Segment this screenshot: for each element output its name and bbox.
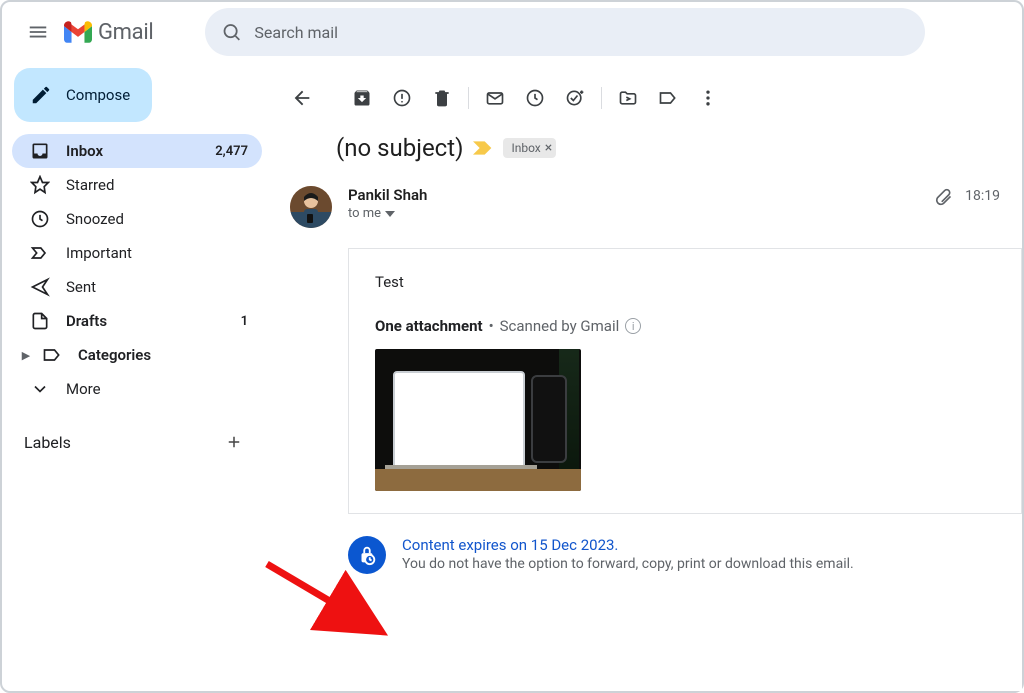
folder-chip-label: Inbox xyxy=(511,141,540,155)
recipient-line[interactable]: to me xyxy=(348,206,427,221)
toolbar-separator xyxy=(468,87,469,109)
search-icon xyxy=(221,21,242,43)
remove-chip-icon[interactable]: × xyxy=(545,140,552,156)
sidebar-item-more[interactable]: More xyxy=(12,372,262,406)
task-add-icon xyxy=(565,88,585,108)
sidebar-item-categories[interactable]: ▸ Categories xyxy=(12,338,262,372)
pencil-icon xyxy=(30,84,52,106)
confidential-text: Content expires on 15 Dec 2023. You do n… xyxy=(402,536,854,572)
clock-icon xyxy=(30,209,50,229)
sidebar-item-label: Drafts xyxy=(66,312,107,330)
move-to-button[interactable] xyxy=(608,78,648,118)
file-icon xyxy=(30,311,50,331)
mail-unread-icon xyxy=(485,88,505,108)
message-body-card: Test One attachment • Scanned by Gmail i xyxy=(348,248,1022,514)
add-to-tasks-button[interactable] xyxy=(555,78,595,118)
sidebar-item-inbox[interactable]: Inbox 2,477 xyxy=(12,134,262,168)
scanned-by-label: Scanned by Gmail xyxy=(500,317,620,335)
add-label-button[interactable] xyxy=(220,428,248,456)
compose-label: Compose xyxy=(66,86,130,104)
message-toolbar xyxy=(272,68,1022,120)
message-pane: (no subject) Inbox × Pankil Shah xyxy=(272,62,1022,691)
archive-button[interactable] xyxy=(342,78,382,118)
sidebar-item-label: Sent xyxy=(66,278,96,296)
importance-icon xyxy=(30,243,50,263)
tag-icon xyxy=(42,345,62,365)
attachment-thumbnail[interactable] xyxy=(375,349,581,491)
lock-clock-icon xyxy=(356,544,378,566)
delete-button[interactable] xyxy=(422,78,462,118)
sidebar-item-label: More xyxy=(66,380,101,398)
sender-avatar[interactable] xyxy=(290,186,332,228)
app-logo[interactable]: Gmail xyxy=(64,20,153,45)
caret-down-icon xyxy=(385,209,395,219)
compose-button[interactable]: Compose xyxy=(14,68,152,122)
arrow-left-icon xyxy=(291,87,313,109)
report-spam-button[interactable] xyxy=(382,78,422,118)
gmail-icon xyxy=(64,21,92,43)
snooze-button[interactable] xyxy=(515,78,555,118)
sidebar-item-label: Inbox xyxy=(66,142,103,160)
mark-unread-button[interactable] xyxy=(475,78,515,118)
clock-icon xyxy=(525,88,545,108)
spam-icon xyxy=(392,88,412,108)
labels-heading-row: Labels xyxy=(12,406,262,456)
attachment-count-label: One attachment xyxy=(375,317,483,335)
drafts-count: 1 xyxy=(241,314,248,329)
inbox-icon xyxy=(30,141,50,161)
tag-icon xyxy=(658,88,678,108)
sender-name[interactable]: Pankil Shah xyxy=(348,186,427,204)
sidebar-item-label: Starred xyxy=(66,176,114,194)
info-icon[interactable]: i xyxy=(625,318,641,334)
inbox-count: 2,477 xyxy=(215,144,248,159)
sidebar-item-drafts[interactable]: Drafts 1 xyxy=(12,304,262,338)
more-actions-button[interactable] xyxy=(688,78,728,118)
caret-icon: ▸ xyxy=(22,346,30,364)
message-time: 18:19 xyxy=(965,188,1000,204)
bullet: • xyxy=(489,317,494,335)
star-icon xyxy=(30,175,50,195)
app-header: Gmail xyxy=(2,2,1022,62)
attachment-header: One attachment • Scanned by Gmail i xyxy=(349,317,1021,343)
trash-icon xyxy=(432,88,452,108)
sidebar-item-starred[interactable]: Starred xyxy=(12,168,262,202)
search-input[interactable] xyxy=(254,23,909,42)
main-menu-button[interactable] xyxy=(16,10,60,54)
confidential-mode-banner: Content expires on 15 Dec 2023. You do n… xyxy=(348,536,1022,584)
sender-info: Pankil Shah to me xyxy=(348,186,427,221)
search-bar[interactable] xyxy=(205,8,925,56)
confidential-icon xyxy=(348,536,386,574)
sidebar: Compose Inbox 2,477 Starred Snoozed Impo… xyxy=(2,62,272,691)
sidebar-item-important[interactable]: Important xyxy=(12,236,262,270)
toolbar-separator xyxy=(601,87,602,109)
back-button[interactable] xyxy=(282,78,322,118)
avatar-image xyxy=(290,186,332,228)
importance-marker-icon[interactable] xyxy=(473,140,493,156)
archive-icon xyxy=(352,88,372,108)
confidential-restrictions-line: You do not have the option to forward, c… xyxy=(402,556,854,572)
attachment-icon xyxy=(933,186,953,206)
sender-row: Pankil Shah to me 18:19 xyxy=(272,162,1022,228)
labels-button[interactable] xyxy=(648,78,688,118)
message-subject: (no subject) xyxy=(336,134,463,162)
subject-row: (no subject) Inbox × xyxy=(272,120,1022,162)
plus-icon xyxy=(225,433,243,451)
more-vert-icon xyxy=(698,88,718,108)
send-icon xyxy=(30,277,50,297)
hamburger-icon xyxy=(27,21,49,43)
sidebar-item-snoozed[interactable]: Snoozed xyxy=(12,202,262,236)
sidebar-item-label: Snoozed xyxy=(66,210,124,228)
sidebar-item-label: Important xyxy=(66,244,132,262)
confidential-expiry-line: Content expires on 15 Dec 2023. xyxy=(402,536,854,554)
message-meta: 18:19 xyxy=(933,186,1000,206)
message-body-text: Test xyxy=(349,249,1021,317)
folder-move-icon xyxy=(618,88,638,108)
chevron-down-icon xyxy=(30,379,50,399)
app-brand-text: Gmail xyxy=(98,20,153,45)
sidebar-item-sent[interactable]: Sent xyxy=(12,270,262,304)
labels-heading: Labels xyxy=(24,433,71,452)
sidebar-item-label: Categories xyxy=(78,346,151,364)
folder-chip[interactable]: Inbox × xyxy=(503,138,556,158)
